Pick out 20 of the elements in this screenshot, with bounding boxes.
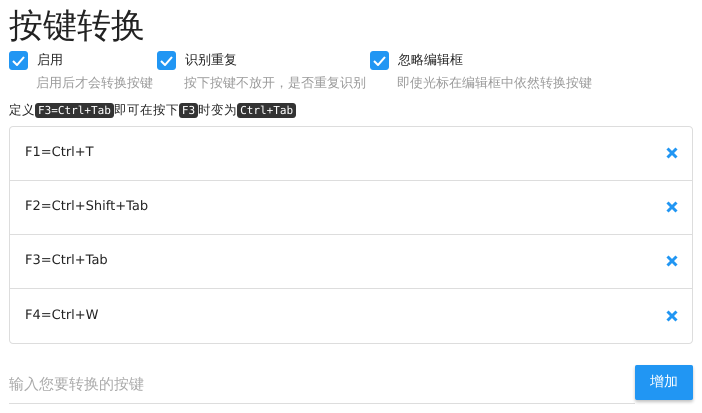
mapping-text: F3=Ctrl+Tab [25, 252, 108, 270]
add-button[interactable]: 增加 [635, 364, 693, 400]
checkbox[interactable] [370, 51, 389, 70]
option-hint: 启用后才会转换按键 [36, 75, 154, 94]
checkbox-label: 忽略编辑框 [398, 52, 463, 70]
checkbox-label: 启用 [37, 52, 63, 70]
mapping-text: F4=Ctrl+W [25, 306, 99, 325]
mapping-text: F1=Ctrl+T [25, 144, 94, 162]
mapping-text: F2=Ctrl+Shift+Tab [25, 198, 148, 216]
delete-icon[interactable] [666, 147, 678, 160]
page-title: 按键转换 [9, 6, 146, 47]
option-hint: 按下按键不放开，是否重复识别 [184, 75, 367, 94]
delete-icon[interactable] [666, 201, 678, 214]
delete-icon[interactable] [666, 255, 678, 268]
checkbox-label: 识别重复 [185, 52, 237, 70]
checkbox[interactable] [157, 51, 176, 70]
option-hint: 即使光标在编辑框中依然转换按键 [397, 75, 592, 94]
help-text: 定义 F3=Ctrl+Tab 即可在按下 F3 时变为 Ctrl+Tab [9, 100, 693, 120]
checkbox[interactable] [9, 51, 28, 70]
delete-icon[interactable] [666, 310, 678, 322]
